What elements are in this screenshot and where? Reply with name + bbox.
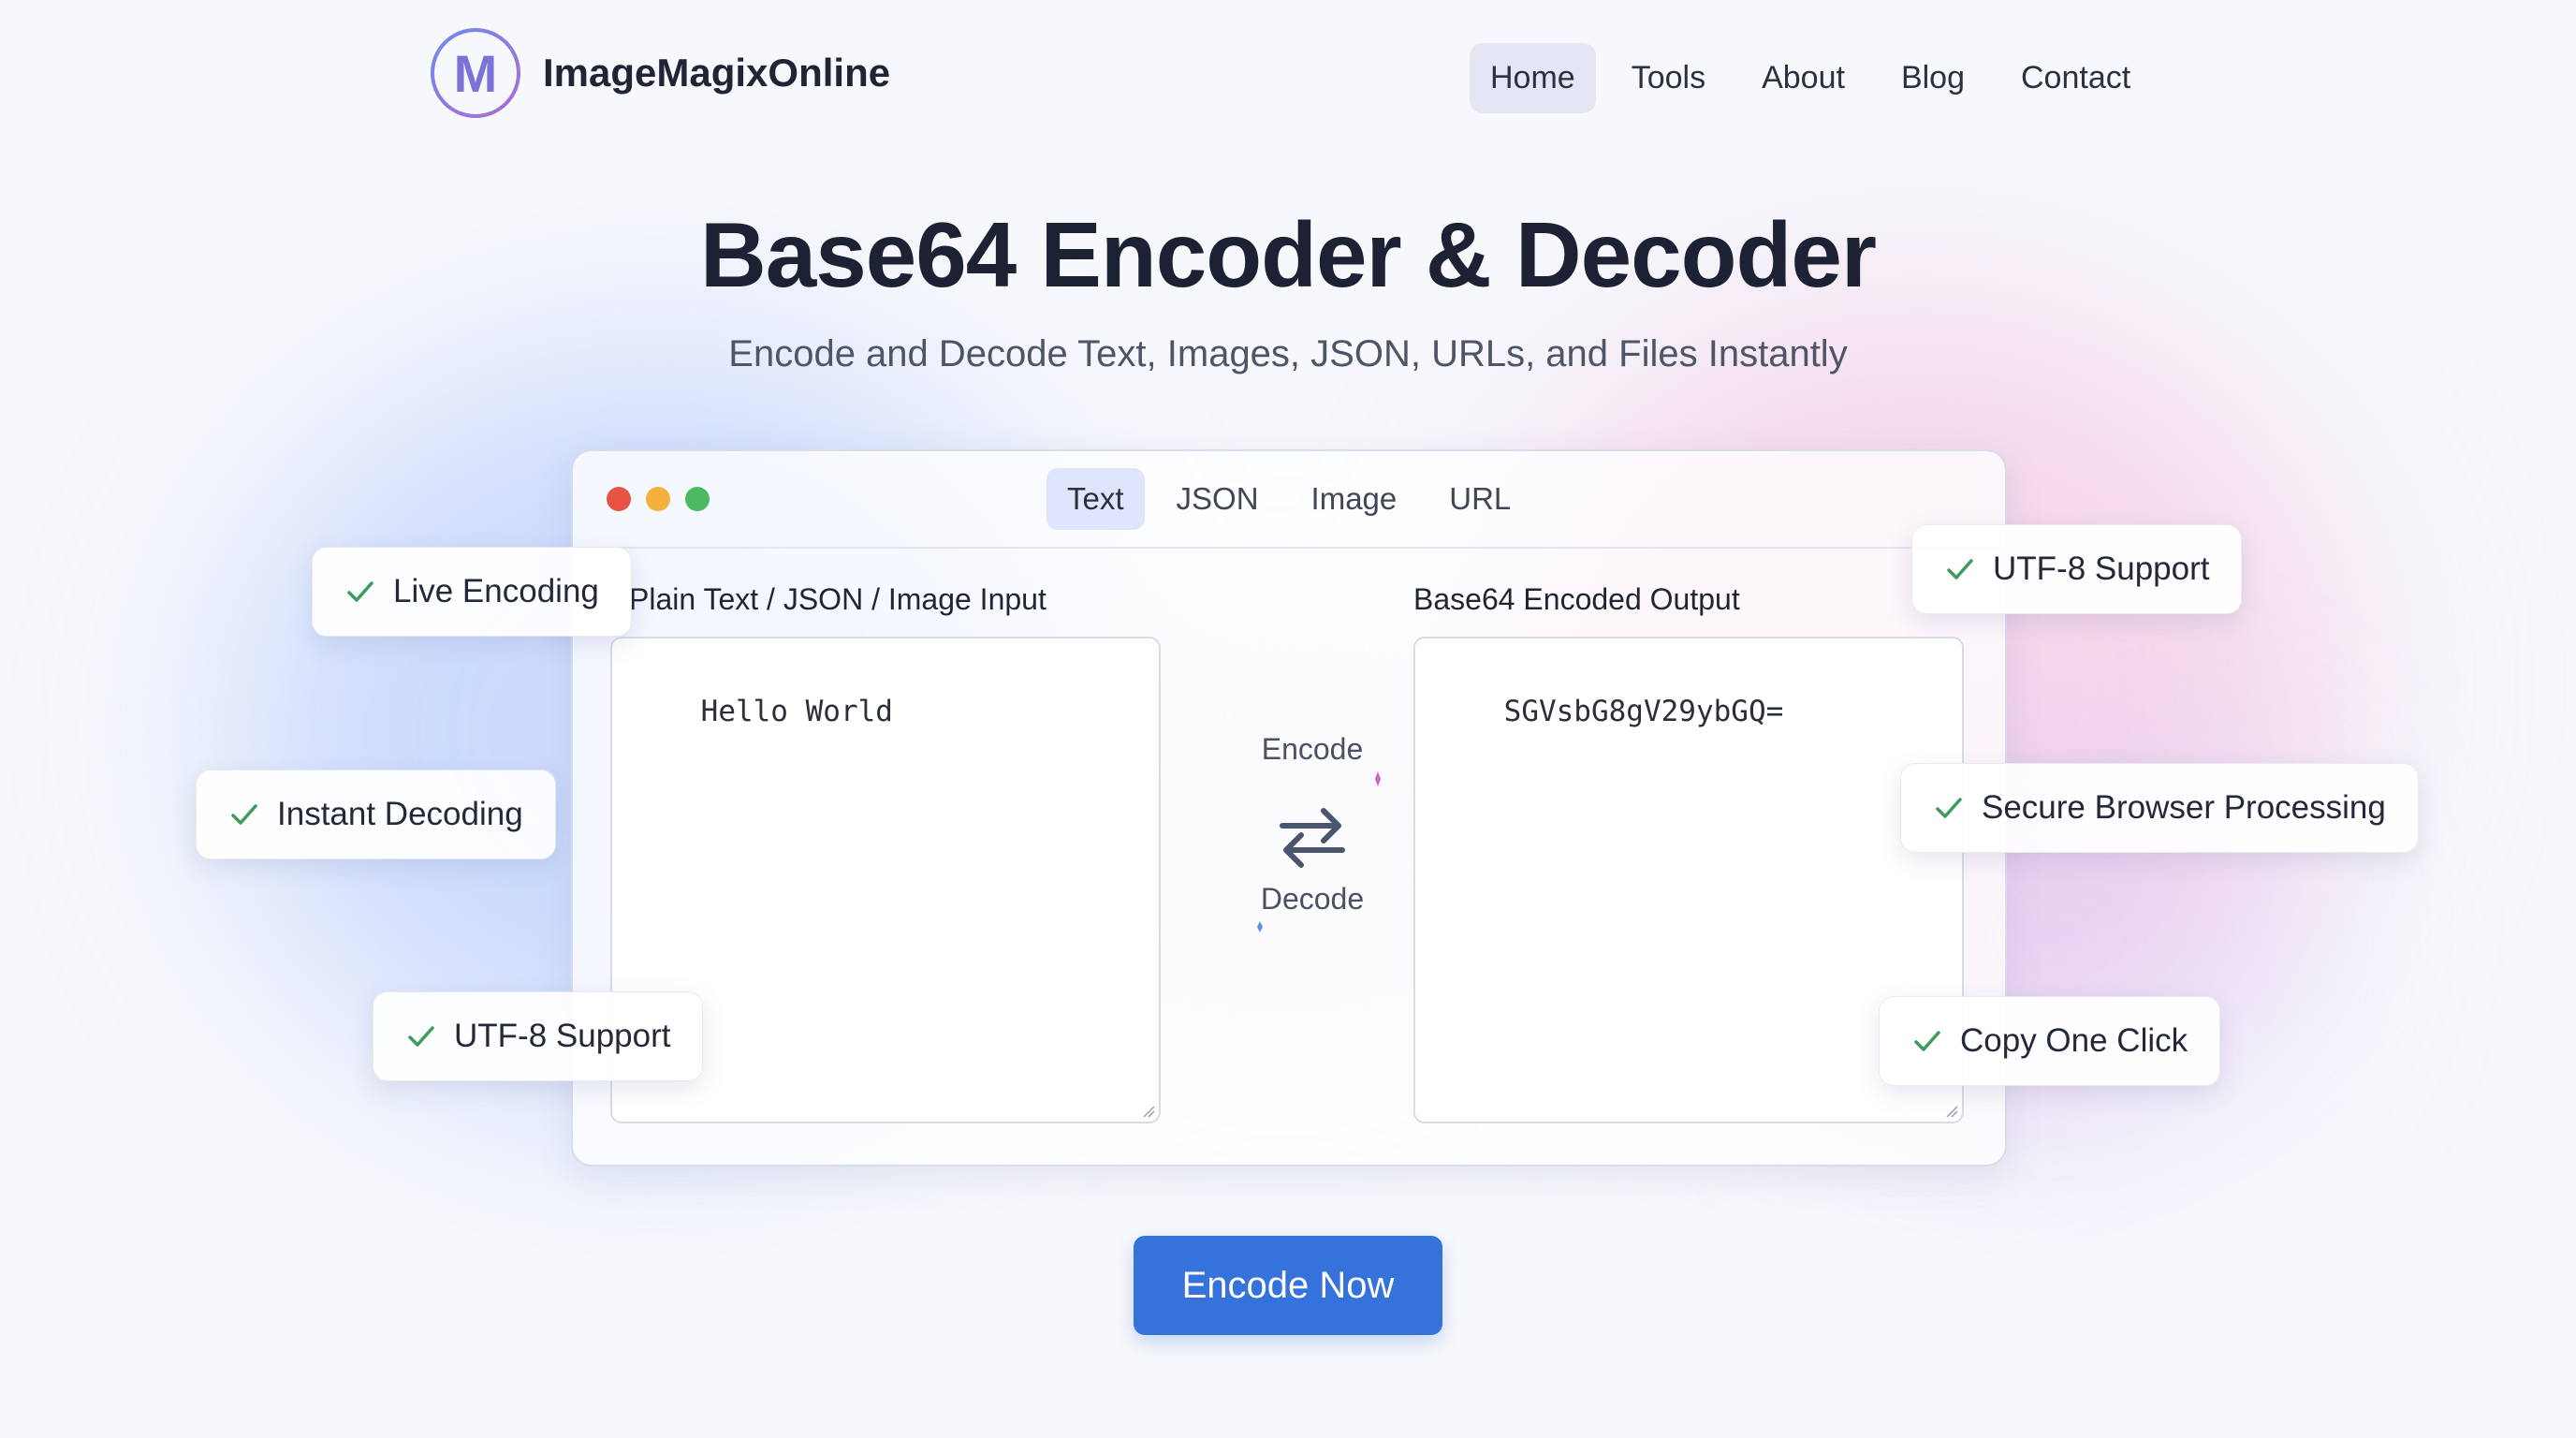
check-icon [1947, 559, 1973, 580]
feature-chip-utf8-support: UTF-8 Support [1911, 524, 2243, 614]
logo-mark-icon: M [431, 28, 520, 118]
feature-label: Copy One Click [1960, 1022, 2188, 1059]
encode-now-button[interactable]: Encode Now [1134, 1236, 1442, 1335]
nav-item-tools[interactable]: Tools [1611, 43, 1726, 113]
page-title: Base64 Encoder & Decoder [700, 203, 1877, 306]
feature-chip-secure-processing: Secure Browser Processing [1900, 763, 2419, 853]
nav-item-blog[interactable]: Blog [1881, 43, 1985, 113]
feature-chip-utf8-support: UTF-8 Support [373, 991, 704, 1081]
logo-letter: M [434, 32, 517, 114]
nav-item-contact[interactable]: Contact [2000, 43, 2151, 113]
sparkle-icon [1257, 921, 1263, 932]
window-close-dot [607, 487, 631, 511]
feature-chip-copy-one-click: Copy One Click [1879, 996, 2221, 1086]
check-icon [1914, 1031, 1940, 1051]
feature-label: UTF-8 Support [1993, 550, 2210, 587]
feature-label: Live Encoding [393, 573, 599, 609]
check-icon [1936, 798, 1962, 818]
feature-label: Instant Decoding [277, 796, 523, 832]
tab-url[interactable]: URL [1428, 468, 1531, 530]
decode-label[interactable]: Decode [1237, 882, 1387, 917]
tab-image[interactable]: Image [1291, 468, 1418, 530]
check-icon [231, 804, 257, 825]
output-label: Base64 Encoded Output [1413, 582, 1740, 616]
check-icon [347, 581, 373, 602]
feature-label: UTF-8 Support [454, 1018, 671, 1054]
feature-label: Secure Browser Processing [1982, 789, 2386, 826]
output-value: SGVsbG8gV29ybGQ= [1503, 695, 1784, 728]
page-subtitle: Encode and Decode Text, Images, JSON, UR… [728, 333, 1848, 374]
encode-decode-toggle[interactable]: Encode Decode [1237, 732, 1387, 966]
window-minimize-dot [646, 487, 670, 511]
tab-text[interactable]: Text [1046, 468, 1145, 530]
encoder-window: Text JSON Image URL Plain Text / JSON / … [571, 449, 2007, 1167]
resize-handle-icon[interactable] [1945, 1105, 1958, 1118]
swap-arrows-icon[interactable] [1275, 800, 1350, 874]
brand-name: ImageMagixOnline [543, 51, 891, 95]
nav-item-home[interactable]: Home [1470, 43, 1596, 113]
input-label: Plain Text / JSON / Image Input [629, 582, 1046, 616]
window-maximize-dot [685, 487, 710, 511]
check-icon [408, 1026, 434, 1047]
resize-handle-icon[interactable] [1142, 1105, 1155, 1118]
feature-chip-instant-decoding: Instant Decoding [196, 770, 556, 859]
mode-tabs: Text JSON Image URL [1046, 468, 1531, 530]
input-value: Hello World [700, 695, 893, 728]
window-toolbar: Text JSON Image URL [573, 451, 2005, 549]
nav-item-about[interactable]: About [1741, 43, 1866, 113]
main-nav: Home Tools About Blog Contact [1470, 43, 2151, 113]
sparkle-icon [1375, 771, 1381, 786]
encode-label[interactable]: Encode [1237, 732, 1387, 767]
tab-json[interactable]: JSON [1156, 468, 1280, 530]
brand-logo[interactable]: M ImageMagixOnline [431, 28, 890, 118]
feature-chip-live-encoding: Live Encoding [312, 547, 632, 637]
